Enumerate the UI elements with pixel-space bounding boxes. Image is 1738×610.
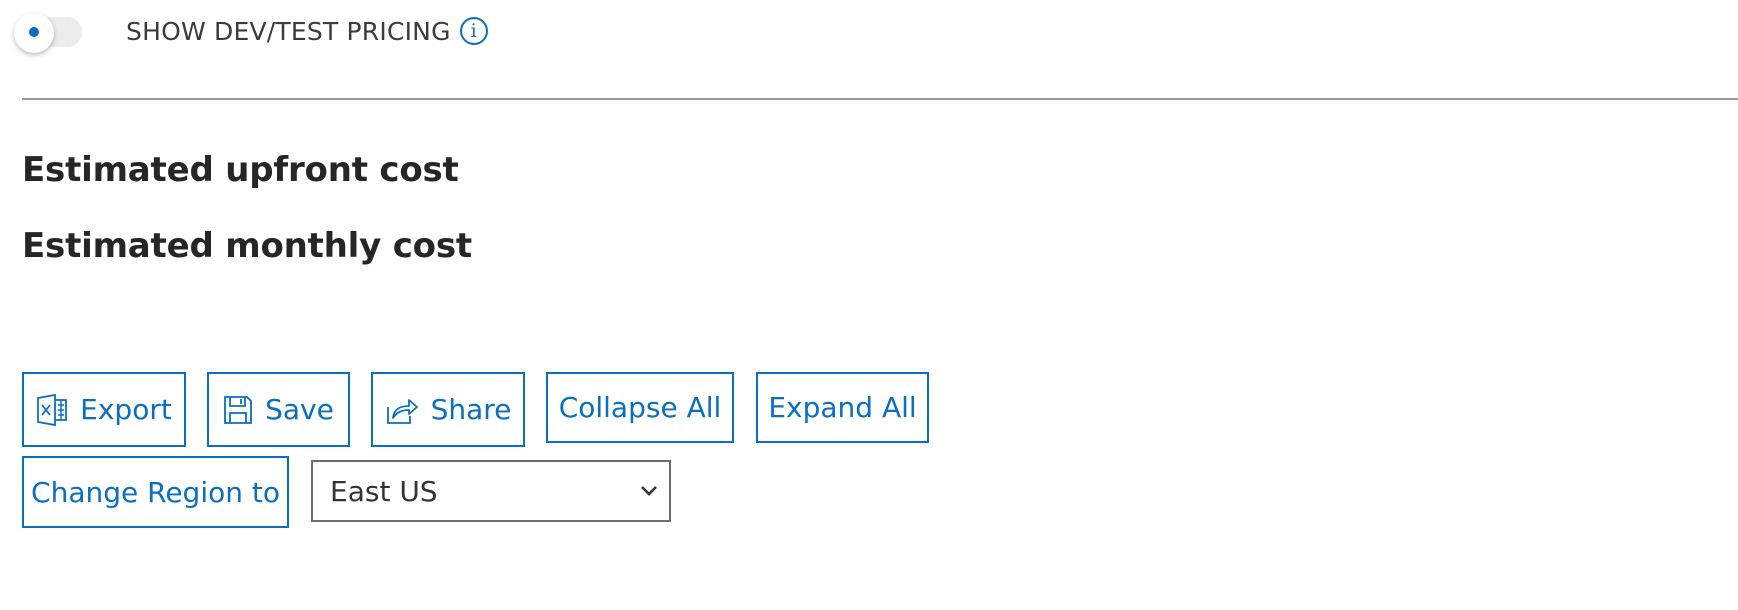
info-icon[interactable]: i (459, 17, 488, 45)
section-divider (22, 98, 1738, 100)
toggle-dot (29, 27, 39, 37)
dev-test-pricing-row: SHOW DEV/TEST PRICING i (14, 8, 488, 54)
share-arrow-icon (386, 398, 418, 424)
save-button-label: Save (265, 393, 334, 426)
share-button-label: Share (430, 393, 512, 426)
change-region-button[interactable]: Change Region to (22, 456, 289, 528)
share-button[interactable]: Share (371, 372, 525, 447)
dev-test-pricing-label: SHOW DEV/TEST PRICING (126, 16, 451, 46)
save-button[interactable]: Save (207, 372, 350, 447)
estimated-upfront-cost-heading: Estimated upfront cost (22, 150, 459, 190)
region-select-value: East US (330, 474, 438, 508)
expand-all-button[interactable]: Expand All (756, 372, 929, 443)
region-select[interactable]: East US (311, 460, 671, 522)
chevron-down-icon (641, 486, 657, 496)
excel-icon (37, 393, 68, 426)
estimated-monthly-cost-heading: Estimated monthly cost (22, 226, 472, 266)
floppy-disk-icon (224, 395, 253, 424)
collapse-all-button[interactable]: Collapse All (546, 372, 734, 443)
export-button-label: Export (80, 393, 172, 426)
pricing-calculator-panel: SHOW DEV/TEST PRICING i Estimated upfron… (0, 0, 1738, 610)
export-button[interactable]: Export (22, 372, 186, 447)
dev-test-pricing-toggle[interactable] (14, 11, 84, 53)
